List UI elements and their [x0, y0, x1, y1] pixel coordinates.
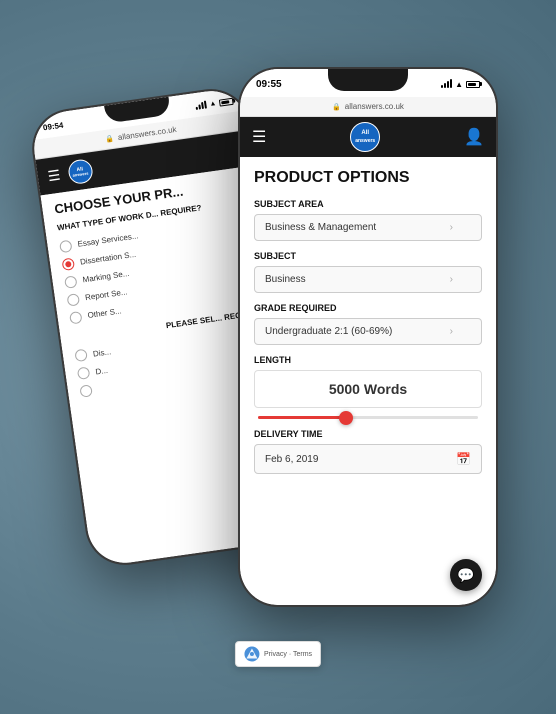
- grade-select[interactable]: Undergraduate 2:1 (60-69%) ›: [254, 318, 482, 345]
- subject-area-value: Business & Management: [265, 222, 376, 233]
- recaptcha-text: Privacy · Terms: [264, 651, 312, 658]
- front-address-bar: 🔒 allanswers.co.uk: [240, 97, 496, 117]
- front-battery-icon: [466, 81, 480, 88]
- back-radio-marking[interactable]: [64, 275, 78, 289]
- slider-fill: [258, 416, 346, 419]
- delivery-date-field[interactable]: Feb 6, 2019 📅: [254, 444, 482, 474]
- slider-thumb[interactable]: [339, 411, 353, 425]
- front-phone-screen: 09:55 ▲ 🔒 allanswers.co.: [240, 69, 496, 605]
- back-radio-2-3[interactable]: [79, 385, 93, 399]
- back-lock-icon: 🔒: [105, 134, 115, 143]
- phones-container: 09:54 ▲ 🔒 allanswers.co.: [38, 17, 518, 697]
- front-user-icon[interactable]: 👤: [464, 127, 484, 147]
- recaptcha-badge: Privacy · Terms: [235, 641, 321, 667]
- length-label: LENGTH: [254, 355, 482, 365]
- back-battery-icon: [219, 97, 234, 106]
- front-page-content: PRODUCT OPTIONS SUBJECT AREA Business & …: [240, 157, 496, 605]
- subject-area-select[interactable]: Business & Management ›: [254, 214, 482, 241]
- front-notch: [328, 69, 408, 91]
- front-lock-icon: 🔒: [332, 103, 341, 111]
- back-radio-other[interactable]: [69, 311, 83, 325]
- front-hamburger-icon[interactable]: ☰: [252, 127, 266, 147]
- calendar-icon: 📅: [456, 452, 471, 466]
- subject-area-arrow-icon: ›: [450, 222, 453, 233]
- back-radio-2-1[interactable]: [74, 349, 88, 363]
- subject-arrow-icon: ›: [450, 274, 453, 285]
- chat-button[interactable]: 💬: [450, 559, 482, 591]
- back-logo: All answers: [67, 158, 94, 185]
- front-wifi-icon: ▲: [455, 80, 463, 89]
- chat-icon: 💬: [457, 567, 474, 584]
- back-radio-2-2[interactable]: [77, 367, 91, 381]
- front-url: allanswers.co.uk: [345, 102, 404, 111]
- delivery-label: DELIVERY TIME: [254, 429, 482, 439]
- grade-arrow-icon: ›: [450, 326, 453, 337]
- back-wifi-icon: ▲: [209, 100, 217, 108]
- front-time: 09:55: [256, 79, 282, 90]
- front-logo: All answers: [350, 122, 380, 152]
- back-url: allanswers.co.uk: [117, 125, 177, 142]
- subject-value: Business: [265, 274, 306, 285]
- back-time: 09:54: [42, 120, 64, 132]
- back-radio-essay[interactable]: [59, 240, 73, 254]
- back-radio-report[interactable]: [67, 293, 81, 307]
- back-radio-dissertation[interactable]: [62, 257, 76, 271]
- back-hamburger-icon[interactable]: ☰: [47, 168, 61, 184]
- front-signal-icon: [441, 80, 452, 88]
- front-page-title: PRODUCT OPTIONS: [254, 169, 482, 187]
- grade-value: Undergraduate 2:1 (60-69%): [265, 326, 392, 337]
- length-value: 5000 Words: [254, 370, 482, 408]
- subject-label: SUBJECT: [254, 251, 482, 261]
- slider-track: [258, 416, 478, 419]
- delivery-date-value: Feb 6, 2019: [265, 454, 318, 465]
- phone-front: 09:55 ▲ 🔒 allanswers.co.: [238, 67, 498, 607]
- subject-area-label: SUBJECT AREA: [254, 199, 482, 209]
- grade-label: GRADE REQUIRED: [254, 303, 482, 313]
- recaptcha-logo-icon: [244, 646, 260, 662]
- front-header: ☰ All answers 👤: [240, 117, 496, 157]
- word-count-slider[interactable]: [254, 416, 482, 419]
- back-signal-icon: [195, 101, 207, 110]
- front-status-icons: ▲: [441, 80, 480, 89]
- subject-select[interactable]: Business ›: [254, 266, 482, 293]
- back-status-icons: ▲: [195, 97, 234, 110]
